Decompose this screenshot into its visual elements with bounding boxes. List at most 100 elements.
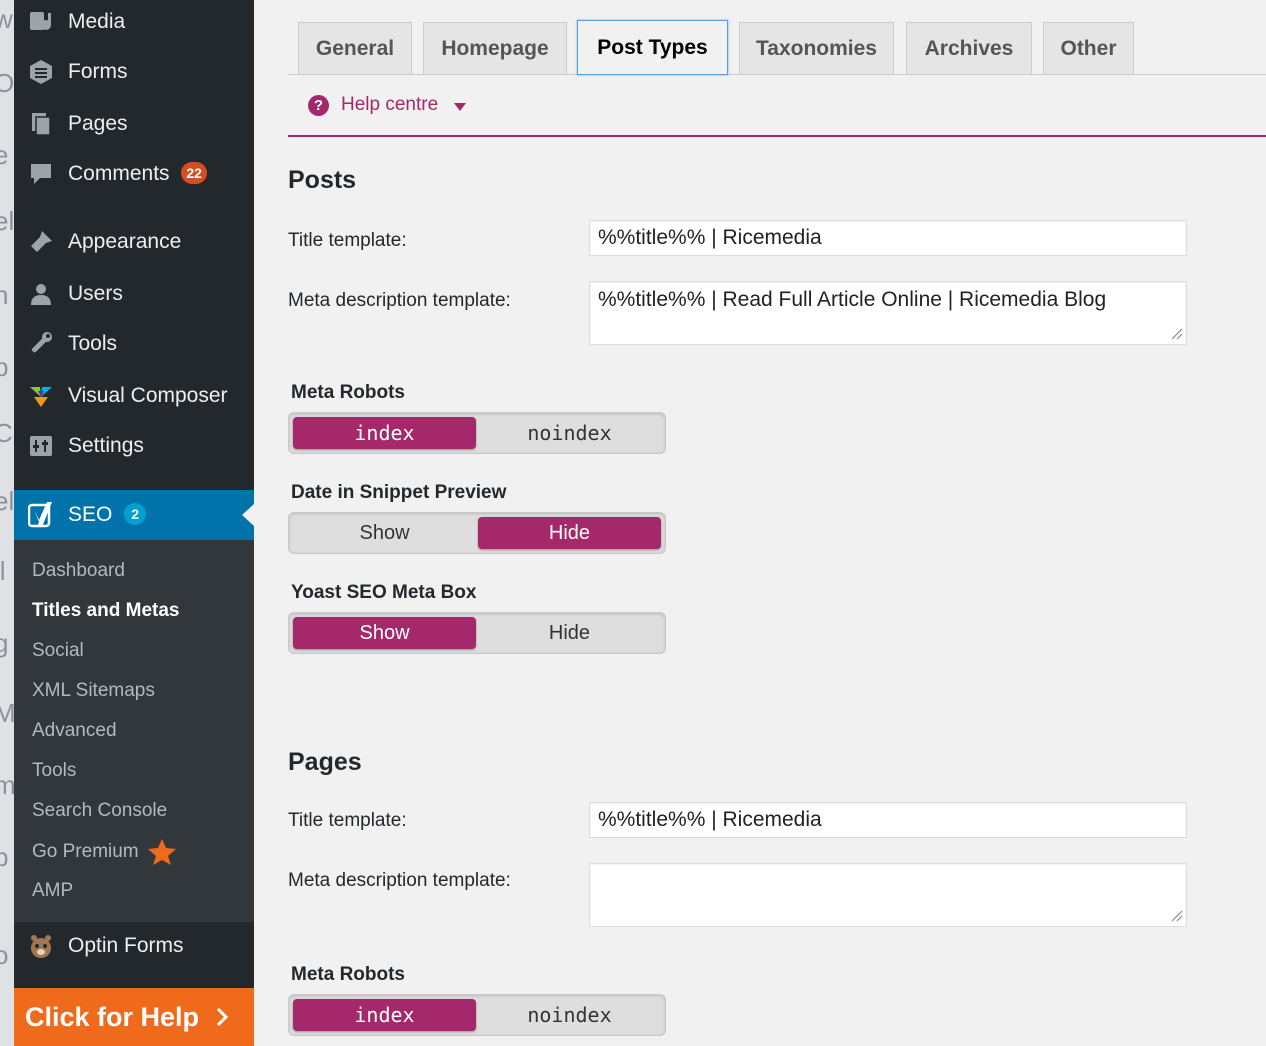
sidebar-item-forms[interactable]: Forms — [14, 50, 254, 94]
sidebar-item-pages[interactable]: Pages — [14, 102, 254, 146]
tab-homepage[interactable]: Homepage — [423, 22, 567, 74]
resize-grip-icon[interactable] — [1171, 328, 1183, 340]
help-centre-toggle[interactable]: ? Help centre — [308, 94, 467, 116]
submenu-item-xml-sitemaps[interactable]: XML Sitemaps — [32, 680, 155, 702]
pages-meta-robots-toggle: index noindex — [288, 994, 666, 1036]
sidebar-item-label: Optin Forms — [68, 934, 184, 957]
sidebar-item-label: Media — [68, 10, 126, 33]
strip-text: Ol — [0, 68, 14, 98]
posts-title-template-label: Title template: — [288, 230, 407, 251]
sidebar-item-label: Pages — [68, 112, 128, 135]
posts-meta-robots-index[interactable]: index — [293, 417, 476, 449]
pages-title-template-input[interactable] — [589, 802, 1187, 838]
posts-date-snippet-label: Date in Snippet Preview — [291, 482, 507, 503]
posts-meta-box-show[interactable]: Show — [293, 617, 476, 649]
help-centre-label: Help centre — [341, 94, 439, 115]
go-premium-label: Go Premium — [32, 841, 139, 862]
submenu-item-amp[interactable]: AMP — [32, 880, 73, 902]
sidebar-item-label: Forms — [68, 60, 128, 83]
section-title-pages: Pages — [288, 748, 362, 776]
sidebar-item-label: Settings — [68, 434, 144, 457]
submenu-item-tools[interactable]: Tools — [32, 760, 76, 782]
posts-meta-robots-toggle: index noindex — [288, 412, 666, 454]
resize-grip-icon[interactable] — [1171, 910, 1183, 922]
optin-forms-icon — [28, 933, 54, 959]
strip-text: p — [0, 352, 9, 382]
section-title-posts: Posts — [288, 166, 357, 194]
posts-meta-robots-label: Meta Robots — [291, 382, 405, 403]
comments-label: Comments — [68, 162, 170, 185]
posts-date-snippet-hide[interactable]: Hide — [478, 517, 661, 549]
strip-text: g — [0, 628, 9, 658]
click-for-help-button[interactable]: Click for Help — [14, 988, 254, 1046]
strip-text: m — [0, 770, 14, 800]
tab-other[interactable]: Other — [1043, 22, 1134, 74]
media-icon — [28, 9, 54, 35]
strip-text: ll — [0, 556, 6, 586]
yoast-icon — [28, 502, 54, 528]
tabs-divider — [288, 74, 1266, 75]
comments-icon — [28, 161, 54, 187]
background-window-strip: w Ol e el n p C eli ll g M m b o — [0, 0, 14, 1046]
sidebar-item-label: Appearance — [68, 230, 182, 253]
strip-text: e — [0, 140, 9, 170]
pages-meta-robots-index[interactable]: index — [293, 999, 476, 1031]
submenu-item-advanced[interactable]: Advanced — [32, 720, 117, 742]
strip-text: b — [0, 842, 9, 872]
forms-icon — [28, 59, 54, 85]
pages-meta-description-label: Meta description template: — [288, 870, 511, 891]
seo-submenu: Dashboard Titles and Metas Social XML Si… — [14, 540, 254, 922]
help-button-label: Click for Help — [25, 1001, 200, 1032]
sidebar-item-settings[interactable]: Settings — [14, 424, 254, 468]
sidebar-item-label: Tools — [68, 332, 118, 355]
tab-archives[interactable]: Archives — [906, 22, 1032, 74]
pages-title-template-label: Title template: — [288, 810, 407, 831]
help-centre-divider — [288, 135, 1266, 137]
sidebar-item-visual-composer[interactable]: Visual Composer — [14, 374, 254, 418]
posts-title-template-input[interactable] — [589, 220, 1187, 256]
submenu-item-social[interactable]: Social — [32, 640, 84, 662]
submenu-item-search-console[interactable]: Search Console — [32, 800, 167, 822]
seo-notification-badge: 2 — [124, 503, 147, 525]
posts-date-snippet-toggle: Show Hide — [288, 512, 666, 554]
submenu-item-titles-and-metas[interactable]: Titles and Metas — [32, 600, 179, 622]
strip-text: o — [0, 940, 9, 970]
posts-meta-description-textarea[interactable]: %%title%% | Read Full Article Online | R… — [589, 281, 1187, 345]
strip-text: M — [0, 698, 14, 728]
sidebar-item-label: SEO 2 — [68, 503, 147, 527]
submenu-item-go-premium[interactable]: Go Premium — [32, 838, 177, 866]
users-icon — [28, 281, 54, 307]
pages-meta-robots-noindex[interactable]: noindex — [478, 999, 661, 1031]
tab-general[interactable]: General — [298, 22, 412, 74]
sidebar-item-users[interactable]: Users — [14, 272, 254, 316]
tab-post-types[interactable]: Post Types — [577, 20, 728, 75]
chevron-right-icon — [215, 1006, 229, 1028]
star-icon — [147, 838, 177, 866]
tab-taxonomies[interactable]: Taxonomies — [739, 22, 894, 74]
strip-text: C — [0, 418, 13, 448]
posts-meta-box-hide[interactable]: Hide — [478, 617, 661, 649]
sidebar-item-seo[interactable]: SEO 2 — [14, 490, 254, 540]
strip-text: el — [0, 206, 14, 236]
submenu-item-dashboard[interactable]: Dashboard — [32, 560, 125, 582]
sidebar-item-optin-forms[interactable]: Optin Forms — [14, 924, 254, 968]
strip-text: w — [0, 4, 13, 34]
posts-date-snippet-show[interactable]: Show — [293, 517, 476, 549]
posts-meta-robots-noindex[interactable]: noindex — [478, 417, 661, 449]
sidebar-item-appearance[interactable]: Appearance — [14, 220, 254, 264]
pages-meta-robots-label: Meta Robots — [291, 964, 405, 985]
posts-meta-box-toggle: Show Hide — [288, 612, 666, 654]
visual-composer-icon — [28, 383, 54, 409]
tools-icon — [28, 331, 54, 357]
posts-meta-description-label: Meta description template: — [288, 290, 511, 311]
sidebar-item-tools[interactable]: Tools — [14, 322, 254, 366]
sidebar-item-label: Users — [68, 282, 123, 305]
sidebar-item-label: Visual Composer — [68, 384, 228, 407]
strip-text: eli — [0, 486, 14, 516]
pages-meta-description-textarea[interactable] — [589, 863, 1187, 927]
sidebar-item-comments[interactable]: Comments 22 — [14, 152, 254, 196]
settings-icon — [28, 433, 54, 459]
sidebar-item-media[interactable]: Media — [14, 0, 254, 44]
caret-down-icon — [454, 103, 467, 111]
posts-meta-box-label: Yoast SEO Meta Box — [291, 582, 477, 603]
